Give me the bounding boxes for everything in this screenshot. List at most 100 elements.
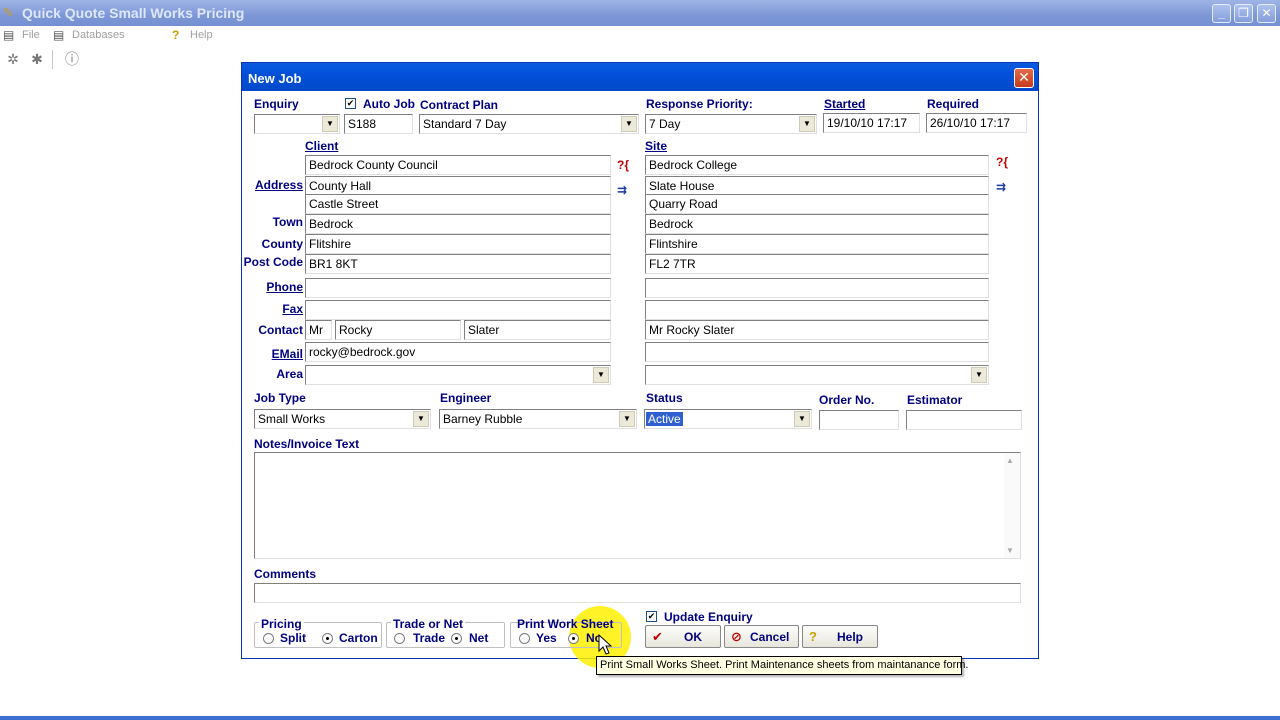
site-address2-field[interactable]: Quarry Road [645,194,989,214]
chevron-down-icon[interactable]: ▼ [322,116,338,132]
mouse-pointer-icon [598,634,613,655]
required-field[interactable]: 26/10/10 17:17 [926,113,1027,133]
order-no-field[interactable] [819,410,899,430]
new-job-dialog: New Job ✕ Enquiry ✔ Auto Job Contract Pl… [241,62,1039,668]
scroll-up-icon[interactable]: ▲ [1006,456,1014,465]
client-contact-title-field[interactable]: Mr [305,320,332,340]
job-type-select[interactable]: Small Works ▼ [254,409,431,429]
client-name-field[interactable]: Bedrock County Council [305,155,611,175]
app-title: Quick Quote Small Works Pricing [22,5,245,21]
chevron-down-icon[interactable]: ▼ [619,411,635,427]
close-icon: ✕ [1018,69,1030,85]
client-address2-field[interactable]: Castle Street [305,194,611,214]
toolbar-settings-button[interactable]: ✱ [26,49,48,70]
scroll-down-icon[interactable]: ▼ [1006,546,1014,555]
status-select[interactable]: Active ▼ [644,409,812,429]
client-area-select[interactable]: ▼ [305,365,611,385]
client-post-code-field[interactable]: BR1 8KT [305,254,611,274]
auto-job-checkbox[interactable]: ✔ [345,98,356,109]
site-email-field[interactable] [645,342,989,362]
cancel-button[interactable]: ⊘ Cancel [724,625,799,648]
chevron-down-icon[interactable]: ▼ [593,367,609,383]
client-fax-field[interactable] [305,300,611,320]
app-logo-icon: ✎ [3,5,14,20]
started-field[interactable]: 19/10/10 17:17 [823,113,920,133]
site-area-select[interactable]: ▼ [645,365,989,385]
enquiry-label: Enquiry [254,97,299,111]
maximize-button[interactable]: ❐ [1234,4,1253,23]
pricing-split-radio[interactable] [263,633,274,644]
trade-radio[interactable] [394,633,405,644]
client-email-field[interactable]: rocky@bedrock.gov [305,342,611,362]
post-code-label: Post Code [243,255,303,269]
chevron-down-icon[interactable]: ▼ [413,411,429,427]
site-fax-field[interactable] [645,300,989,320]
net-radio[interactable] [451,633,462,644]
engineer-select[interactable]: Barney Rubble ▼ [439,409,637,429]
pricing-carton-label: Carton [339,631,378,645]
trade-or-net-title: Trade or Net [391,617,466,631]
menu-help[interactable]: Help [190,29,213,41]
client-contact-last-field[interactable]: Slater [464,320,611,340]
client-lookup-icon[interactable]: ?{ [617,158,629,172]
toolbar-new-button[interactable]: ✲ [2,49,24,70]
update-enquiry-label: Update Enquiry [664,610,753,624]
site-lookup-icon[interactable]: ?{ [996,155,1008,169]
site-copy-icon[interactable]: ⇉ [996,180,1006,194]
job-number-field[interactable]: S188 [344,114,413,134]
pricing-carton-radio[interactable] [322,633,333,644]
chevron-down-icon[interactable]: ▼ [621,116,637,132]
menu-file[interactable]: File [22,29,40,41]
client-contact-first-field[interactable]: Rocky [335,320,461,340]
taskbar-edge [0,716,1280,720]
menu-databases[interactable]: Databases [72,29,125,41]
county-label: County [261,237,303,251]
close-app-button[interactable]: ✕ [1257,4,1276,23]
client-copy-icon[interactable]: ⇉ [617,183,627,197]
contract-plan-select[interactable]: Standard 7 Day ▼ [419,114,639,134]
response-priority-label: Response Priority: [646,97,753,111]
estimator-field[interactable] [906,410,1022,430]
site-county-field[interactable]: Flintshire [645,234,989,254]
update-enquiry-checkbox[interactable]: ✔ [646,611,657,622]
toolbar-separator [52,50,54,69]
help-button[interactable]: ? Help [802,625,878,648]
comments-field[interactable] [254,583,1021,603]
site-post-code-field[interactable]: FL2 7TR [645,254,989,274]
area-label: Area [276,367,303,381]
enquiry-select[interactable]: ▼ [254,114,340,134]
notes-scrollbar[interactable]: ▲ ▼ [1004,453,1020,558]
client-address1-field[interactable]: County Hall [305,176,611,196]
print-yes-radio[interactable] [519,633,530,644]
site-name-field[interactable]: Bedrock College [645,155,989,175]
pricing-title: Pricing [259,617,304,631]
net-label: Net [469,631,489,645]
email-label: EMail [271,347,303,361]
toolbar-help-button[interactable]: ⓘ [61,49,83,70]
chevron-down-icon[interactable]: ▼ [794,411,810,427]
print-no-radio[interactable] [568,633,579,644]
contact-label: Contact [258,323,303,337]
chevron-down-icon[interactable]: ▼ [799,116,815,132]
response-priority-select[interactable]: 7 Day ▼ [645,114,817,134]
address-label: Address [254,178,303,192]
site-town-field[interactable]: Bedrock [645,214,989,234]
dialog-close-button[interactable]: ✕ [1014,68,1034,88]
ok-button[interactable]: ✔ OK [645,625,721,648]
client-town-field[interactable]: Bedrock [305,214,611,234]
job-type-label: Job Type [254,391,306,405]
town-label: Town [272,215,303,229]
dialog-body: Enquiry ✔ Auto Job Contract Plan Respons… [243,91,1037,668]
site-contact-field[interactable]: Mr Rocky Slater [645,320,989,340]
status-label: Status [646,391,683,405]
site-address1-field[interactable]: Slate House [645,176,989,196]
client-phone-field[interactable] [305,278,611,298]
minimize-button[interactable]: _ [1212,4,1231,23]
chevron-down-icon[interactable]: ▼ [971,367,987,383]
print-work-sheet-title: Print Work Sheet [517,617,614,631]
client-county-field[interactable]: Flitshire [305,234,611,254]
help-icon: ? [172,28,180,42]
site-phone-field[interactable] [645,278,989,298]
tooltip: Print Small Works Sheet. Print Maintenan… [596,656,968,675]
notes-textarea[interactable]: ▲ ▼ [254,452,1021,559]
